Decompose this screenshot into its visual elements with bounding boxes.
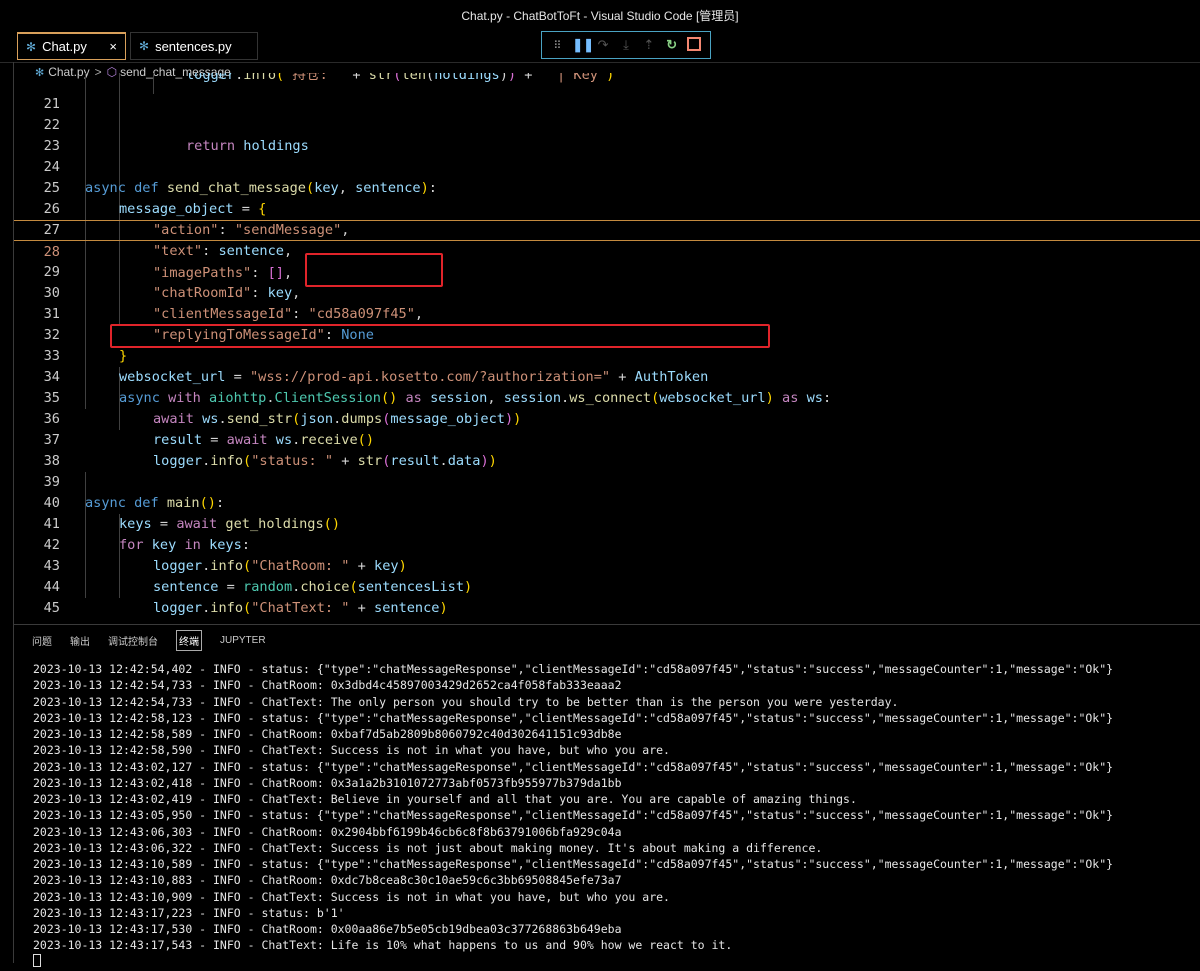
tab-debug-console[interactable]: 调试控制台 — [108, 631, 158, 650]
code-line: 29 "chatRoomId": key, — [14, 241, 1200, 301]
code-line: 34 async with aiohttp.ClientSession() as… — [14, 346, 1200, 406]
line-number: 46 — [14, 619, 60, 621]
code-text: logger.info("持仓: " + str(len(holdings)) … — [186, 73, 615, 83]
code-line: 41 for key in keys: — [14, 493, 1200, 553]
terminal-line: 2023-10-13 12:43:05,950 - INFO - status:… — [33, 808, 1114, 823]
code-line: 26 "action": "sendMessage", — [14, 178, 1200, 238]
tab-terminal[interactable]: 终端 — [176, 629, 202, 651]
terminal-line: 2023-10-13 12:43:06,303 - INFO - ChatRoo… — [33, 824, 622, 839]
code-line: 25 message_object = { — [14, 157, 1200, 217]
code-line: 32 } — [14, 304, 1200, 364]
tab-output[interactable]: 输出 — [70, 631, 90, 650]
terminal-line: 2023-10-13 12:42:58,590 - INFO - ChatTex… — [33, 743, 670, 758]
code-line: 37 logger.info("status: " + str(result.d… — [14, 409, 1200, 469]
code-line: 36 result = await ws.receive() — [14, 388, 1200, 448]
tab-problems[interactable]: 问题 — [32, 631, 52, 650]
terminal-line: 2023-10-13 12:42:58,123 - INFO - status:… — [33, 710, 1114, 725]
terminal-line: 2023-10-13 12:43:17,223 - INFO - status:… — [33, 905, 345, 920]
code-text: await send_chat_message(key, sentence) — [153, 619, 464, 621]
code-line: 40 keys = await get_holdings() — [14, 472, 1200, 532]
terminal-line: 2023-10-13 12:43:02,127 - INFO - status:… — [33, 759, 1114, 774]
terminal-cursor — [33, 953, 41, 967]
terminal-prompt[interactable] — [33, 953, 1193, 970]
code-line: 42 logger.info("ChatRoom: " + key) — [14, 514, 1200, 574]
code-line: 24 async def send_chat_message(key, sent… — [14, 136, 1200, 196]
python-file-icon: ✻ — [26, 39, 37, 54]
terminal-line: 2023-10-13 12:42:54,733 - INFO - ChatRoo… — [33, 678, 622, 693]
window-titlebar: Chat.py - ChatBotToFt - Visual Studio Co… — [0, 0, 1200, 31]
code-line: 43 sentence = random.choice(sentencesLis… — [14, 535, 1200, 595]
terminal-line: 2023-10-13 12:43:02,418 - INFO - ChatRoo… — [33, 775, 622, 790]
terminal-line: 2023-10-13 12:43:17,543 - INFO - ChatTex… — [33, 938, 733, 953]
terminal-output[interactable]: 2023-10-13 12:42:54,402 - INFO - status:… — [33, 661, 1193, 967]
python-file-icon: ✻ — [139, 39, 150, 53]
terminal-line: 2023-10-13 12:43:02,419 - INFO - ChatTex… — [33, 792, 857, 806]
terminal-line: 2023-10-13 12:42:54,402 - INFO - status:… — [33, 662, 1114, 676]
terminal-line: 2023-10-13 12:42:54,733 - INFO - ChatTex… — [33, 694, 899, 709]
debug-toolbar: ⠿ ❚❚ ↷ ⤓ ⇡ ↻ — [541, 31, 711, 59]
pause-icon[interactable]: ❚❚ — [572, 37, 594, 53]
code-line: 39 async def main(): — [14, 451, 1200, 511]
code-editor[interactable]: 21 logger.info("持仓: " + str(len(holdings… — [14, 73, 1200, 621]
tab-label: Chat.py — [42, 39, 87, 54]
tab-chat-py[interactable]: ✻ Chat.py × — [17, 32, 126, 60]
step-into-icon[interactable]: ⤓ — [618, 37, 634, 53]
code-line: 35 await ws.send_str(json.dumps(message_… — [14, 367, 1200, 427]
terminal-line: 2023-10-13 12:43:10,883 - INFO - ChatRoo… — [33, 873, 622, 888]
window-title: Chat.py - ChatBotToFt - Visual Studio Co… — [461, 8, 739, 23]
step-out-icon[interactable]: ⇡ — [641, 37, 657, 53]
terminal-line: 2023-10-13 12:43:17,530 - INFO - ChatRoo… — [33, 922, 622, 936]
code-line: 31 "replyingToMessageId": None — [14, 283, 1200, 343]
code-line: 30 "clientMessageId": "cd58a097f45", — [14, 262, 1200, 322]
restart-icon[interactable]: ↻ — [664, 37, 680, 53]
highlight-box-client-message-id — [305, 253, 443, 287]
stop-icon[interactable] — [686, 36, 702, 54]
step-over-icon[interactable]: ↷ — [595, 37, 611, 53]
terminal-line: 2023-10-13 12:43:10,909 - INFO - ChatTex… — [33, 889, 670, 904]
close-tab-icon[interactable]: × — [109, 39, 117, 54]
drag-handle-icon[interactable]: ⠿ — [549, 39, 565, 52]
code-line: 21 logger.info("持仓: " + str(len(holdings… — [14, 73, 1200, 112]
code-line: 44 logger.info("ChatText: " + sentence) — [14, 556, 1200, 616]
code-line: 22 return holdings — [14, 94, 1200, 154]
tab-jupyter[interactable]: JUPYTER — [220, 633, 266, 648]
current-code-line: 28 "imagePaths": [], — [14, 220, 1200, 281]
code-line: 38 — [14, 430, 1200, 469]
code-line: 27 "text": sentence, — [14, 199, 1200, 259]
code-line: 23 — [14, 115, 1200, 154]
tab-sentences-py[interactable]: ✻ sentences.py — [130, 32, 258, 60]
terminal-line: 2023-10-13 12:42:58,589 - INFO - ChatRoo… — [33, 727, 622, 741]
tab-label: sentences.py — [155, 38, 232, 54]
terminal-line: 2023-10-13 12:43:10,589 - INFO - status:… — [33, 857, 1114, 871]
terminal-line: 2023-10-13 12:43:06,322 - INFO - ChatTex… — [33, 840, 823, 855]
code-line: 46 — [14, 598, 1200, 619]
highlight-box-websocket-url — [110, 324, 770, 348]
panel-tab-bar: 问题 输出 调试控制台 终端 JUPYTER — [14, 624, 1200, 655]
code-line: 45 await send_chat_message(key, sentence… — [14, 577, 1200, 616]
